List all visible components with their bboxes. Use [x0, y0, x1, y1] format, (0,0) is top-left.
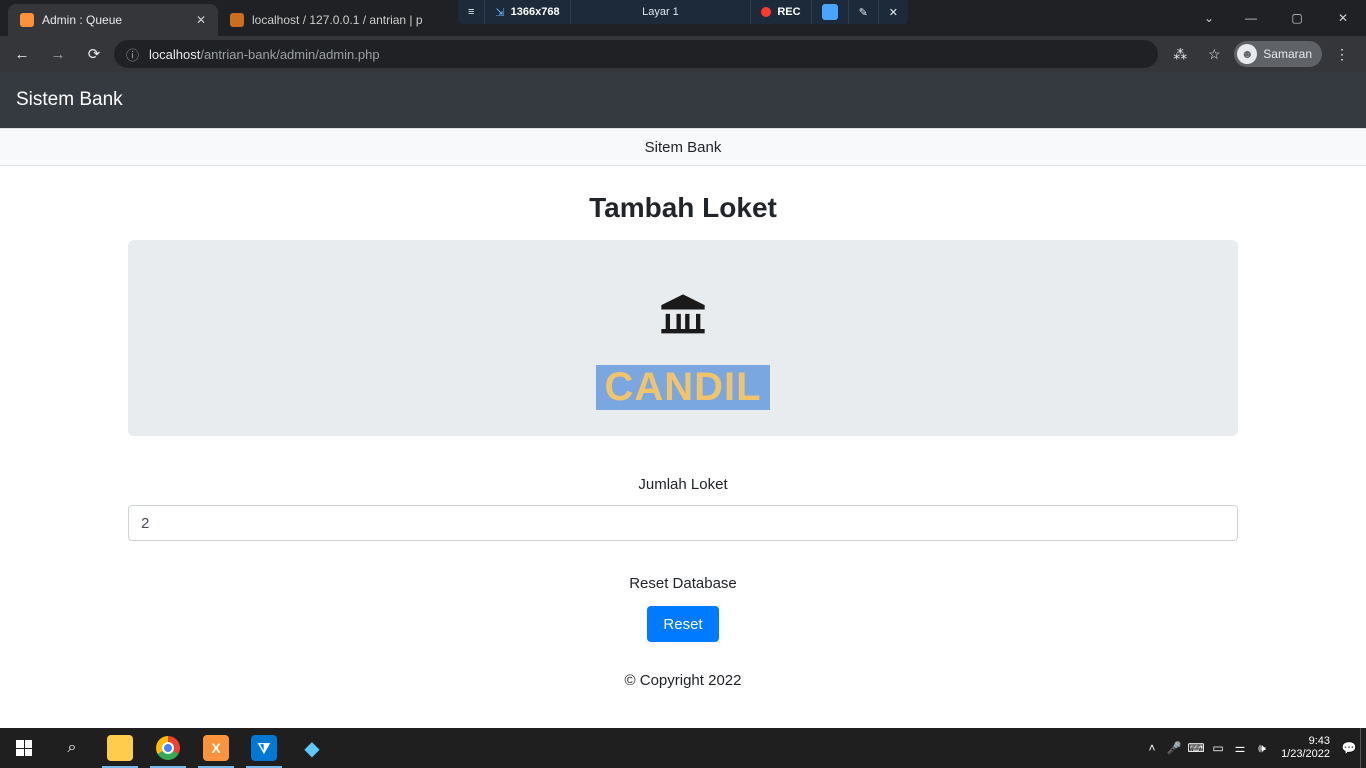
taskbar-app[interactable]: ◆ [288, 728, 336, 768]
taskbar-chrome[interactable] [144, 728, 192, 768]
search-button[interactable]: ⌕ [48, 728, 96, 768]
bank-icon [657, 290, 709, 347]
recorder-screen-label: Layar 1 [571, 0, 752, 24]
crop-icon: ⇲ [495, 6, 504, 19]
avatar-icon: ☻ [1237, 44, 1257, 64]
url-text: localhost/antrian-bank/admin/admin.php [149, 47, 380, 62]
close-icon: ✕ [889, 6, 898, 19]
app-navbar: Sistem Bank [0, 72, 1366, 128]
vscode-icon: ⧩ [251, 735, 277, 761]
recorder-dimensions: ⇲ 1366x768 [485, 0, 570, 24]
jumlah-loket-label: Jumlah Loket [128, 476, 1238, 493]
tab-overflow-icon[interactable]: ⌄ [1190, 2, 1228, 34]
browser-tab-inactive[interactable]: localhost / 127.0.0.1 / antrian | p ✕ [218, 4, 453, 36]
show-desktop-button[interactable] [1360, 728, 1366, 768]
record-icon [761, 7, 771, 17]
brand-highlight: CANDIL [596, 365, 769, 410]
start-button[interactable] [0, 728, 48, 768]
tab-title: localhost / 127.0.0.1 / antrian | p [252, 13, 423, 27]
taskbar-clock[interactable]: 9:43 1/23/2022 [1273, 735, 1338, 761]
jumbotron: CANDIL [128, 240, 1238, 436]
windows-taskbar: ⌕ X ⧩ ◆ ˄ 🎤 ⌨ ▭ ⚌ 🕪 9:43 1/23/2022 💬 [0, 728, 1366, 768]
windows-icon [16, 740, 32, 756]
window-maximize-button[interactable]: ▢ [1274, 2, 1320, 34]
chrome-icon [156, 736, 180, 760]
tray-keyboard-icon[interactable]: ⌨ [1185, 728, 1207, 768]
search-icon: ⌕ [68, 739, 77, 757]
window-close-button[interactable]: ✕ [1320, 2, 1366, 34]
tray-overflow-icon[interactable]: ˄ [1141, 728, 1163, 768]
nav-forward-button: → [42, 38, 74, 70]
site-info-icon[interactable]: ⓘ [126, 45, 139, 64]
pencil-icon: ✎ [859, 6, 868, 19]
taskbar-vscode[interactable]: ⧩ [240, 728, 288, 768]
capture-icon [822, 4, 838, 20]
tab-title: Admin : Queue [42, 13, 122, 27]
xampp-icon: X [203, 735, 229, 761]
window-minimize-button[interactable]: ― [1228, 2, 1274, 34]
recorder-draw-button[interactable]: ✎ [849, 0, 879, 24]
diamond-icon: ◆ [304, 736, 319, 761]
nav-reload-button[interactable]: ⟳ [78, 38, 110, 70]
page-title: Tambah Loket [128, 192, 1238, 224]
nav-back-button[interactable]: ← [6, 38, 38, 70]
tab-favicon [230, 13, 244, 27]
screen-recorder-bar: ≡ ⇲ 1366x768 Layar 1 REC ✎ ✕ [458, 0, 908, 24]
recorder-rec-button[interactable]: REC [751, 0, 811, 24]
subheader-text: Sitem Bank [645, 139, 722, 156]
copyright-text: © Copyright 2022 [128, 672, 1238, 689]
taskbar-file-explorer[interactable] [96, 728, 144, 768]
bookmark-icon[interactable]: ☆ [1200, 40, 1228, 68]
tab-favicon [20, 13, 34, 27]
profile-chip[interactable]: ☻ Samaran [1234, 41, 1322, 67]
page-viewport: Sistem Bank Sitem Bank Tambah Loket CAND… [0, 72, 1366, 728]
tray-volume-icon[interactable]: 🕪 [1251, 728, 1273, 768]
browser-toolbar: ← → ⟳ ⓘ localhost/antrian-bank/admin/adm… [0, 36, 1366, 72]
clock-time: 9:43 [1281, 735, 1330, 748]
browser-tab-active[interactable]: Admin : Queue ✕ [8, 4, 218, 36]
tray-battery-icon[interactable]: ▭ [1207, 728, 1229, 768]
recorder-close-button[interactable]: ✕ [879, 0, 908, 24]
jumlah-loket-input[interactable] [128, 505, 1238, 541]
recorder-capture-button[interactable] [812, 0, 849, 24]
tray-notifications-icon[interactable]: 💬 [1338, 728, 1360, 768]
address-bar[interactable]: ⓘ localhost/antrian-bank/admin/admin.php [114, 40, 1158, 68]
profile-name: Samaran [1263, 47, 1312, 61]
tray-mic-icon[interactable]: 🎤 [1163, 728, 1185, 768]
recorder-menu-icon[interactable]: ≡ [458, 0, 485, 24]
browser-menu-icon[interactable]: ⋮ [1328, 40, 1356, 68]
tab-close-icon[interactable]: ✕ [196, 13, 206, 27]
clock-date: 1/23/2022 [1281, 748, 1330, 761]
reset-button[interactable]: Reset [647, 606, 718, 642]
file-explorer-icon [107, 735, 133, 761]
taskbar-xampp[interactable]: X [192, 728, 240, 768]
translate-icon[interactable]: ⁂ [1166, 40, 1194, 68]
reset-database-label: Reset Database [128, 575, 1238, 592]
navbar-brand[interactable]: Sistem Bank [16, 89, 123, 111]
page-subheader: Sitem Bank [0, 128, 1366, 166]
tray-wifi-icon[interactable]: ⚌ [1229, 728, 1251, 768]
